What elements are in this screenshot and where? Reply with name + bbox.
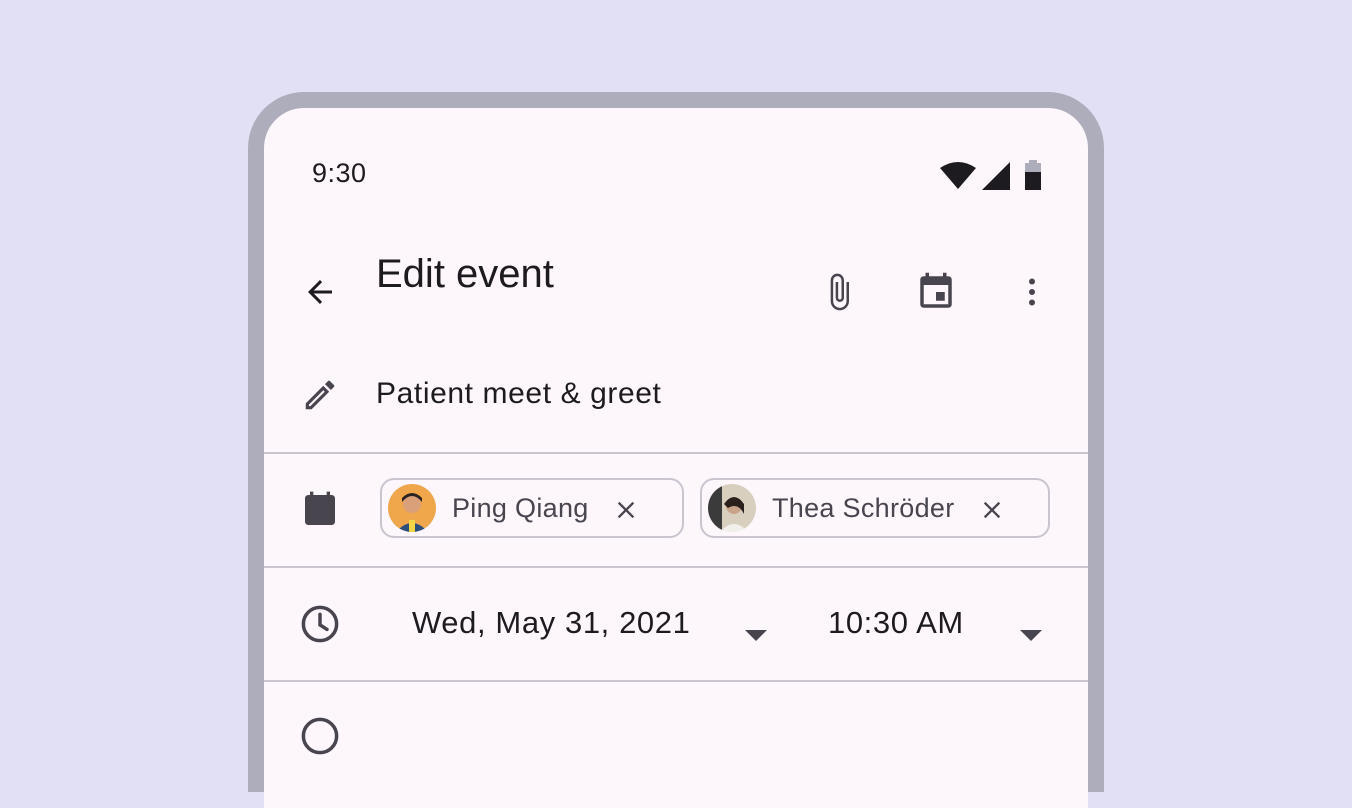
attendee-chip[interactable]: Thea Schröder [700, 478, 1050, 538]
attach-button[interactable] [811, 264, 867, 320]
date-dropdown[interactable]: Wed, May 31, 2021 [412, 605, 690, 641]
calendar-event-icon [920, 272, 952, 308]
calendar-button[interactable] [908, 264, 964, 320]
more-options-button[interactable] [1004, 264, 1060, 320]
divider [264, 566, 1088, 568]
chip-label: Ping Qiang [452, 492, 589, 523]
pencil-icon [305, 380, 335, 410]
more-vert-icon [1029, 278, 1035, 306]
avatar-thea-schroder [708, 484, 756, 532]
attendee-chip[interactable]: Ping Qiang [380, 478, 684, 538]
event-title-field[interactable]: Patient meet & greet [376, 377, 662, 411]
edit-title-icon-wrapper [298, 373, 342, 417]
clock-icon [301, 605, 339, 643]
arrow-back-icon [308, 280, 332, 304]
attachment-icon [830, 273, 849, 311]
location-icon [301, 717, 339, 755]
contact-badge-icon [305, 491, 335, 525]
divider [264, 452, 1088, 454]
battery-icon [1025, 160, 1041, 190]
divider [264, 680, 1088, 682]
next-row-icon-wrapper [298, 714, 342, 758]
page-title: Edit event [376, 252, 554, 296]
chevron-down-icon[interactable] [745, 630, 767, 641]
status-icons [940, 160, 1042, 190]
close-icon[interactable] [612, 496, 640, 524]
status-time: 9:30 [312, 158, 367, 188]
attendees-icon-wrapper [298, 488, 342, 532]
wifi-icon [940, 162, 976, 189]
cellular-signal-icon [982, 162, 1010, 190]
avatar [388, 484, 436, 532]
device-frame: 9:30 Edit event Patient meet & greet Pin… [248, 92, 1104, 808]
time-dropdown[interactable]: 10:30 AM [828, 605, 964, 641]
phone-screen: 9:30 Edit event Patient meet & greet Pin… [264, 108, 1088, 808]
back-button[interactable] [292, 264, 348, 320]
status-bar: 9:30 [264, 108, 1088, 228]
schedule-icon-wrapper [298, 602, 342, 646]
avatar-ping-qiang [388, 484, 436, 532]
chip-label: Thea Schröder [772, 492, 955, 523]
close-icon[interactable] [978, 496, 1006, 524]
avatar [708, 484, 756, 532]
chevron-down-icon[interactable] [1020, 630, 1042, 641]
